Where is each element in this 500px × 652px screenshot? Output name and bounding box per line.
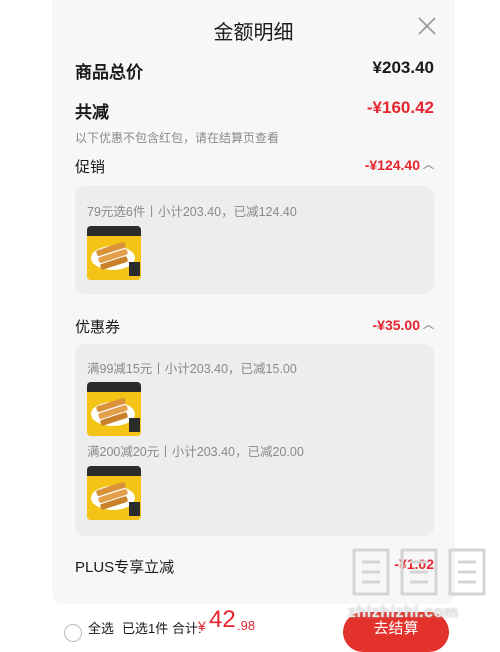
product-thumbnail[interactable] — [87, 466, 141, 520]
promotion-label: 促销 — [75, 159, 106, 176]
amount-detail-sheet: 金额明细 商品总价 ¥203.40 共减 -¥160.42 以下优惠不包含红包，… — [52, 0, 455, 606]
product-thumbnail[interactable] — [87, 382, 141, 436]
backdrop-left — [0, 0, 52, 600]
chevron-up-icon[interactable]: ︿ — [423, 316, 434, 332]
subtotal-label: 商品总价 — [75, 63, 143, 82]
discount-value: -¥160.42 — [366, 98, 434, 117]
product-thumbnail[interactable] — [87, 226, 141, 280]
plus-value: -¥1.02 — [394, 556, 434, 572]
total-decimal: .98 — [237, 618, 256, 633]
selected-count: 已选1件 — [122, 621, 169, 636]
sheet-title: 金额明细 — [213, 22, 294, 44]
subtotal-value: ¥203.40 — [372, 58, 434, 77]
close-icon[interactable] — [415, 14, 439, 38]
promotion-value-text: -¥124.40 — [364, 157, 420, 173]
select-all-label[interactable]: 全选 — [88, 618, 114, 637]
coupon-value: -¥35.00 ︿ — [373, 316, 434, 333]
backdrop-right — [454, 0, 500, 600]
promotion-card: 79元选6件丨小计203.40，已减124.40 — [75, 186, 434, 294]
discount-label: 共减 — [75, 103, 109, 122]
total-integer: 42 — [209, 606, 236, 633]
sheet-header: 金额明细 — [52, 0, 455, 58]
promotion-row[interactable]: 促销 -¥124.40 ︿ — [75, 156, 434, 177]
coupon-item-text: 满200减20元丨小计203.40，已减20.00 — [87, 445, 304, 459]
coupon-card: 满99减15元丨小计203.40，已减15.00 满200减20元丨小计203.… — [75, 344, 434, 536]
discount-hint: 以下优惠不包含红包，请在结算页查看 — [75, 131, 280, 145]
promotion-value: -¥124.40 ︿ — [365, 156, 434, 173]
subtotal-row: 商品总价 ¥203.40 — [75, 58, 434, 83]
coupon-label: 优惠券 — [75, 319, 121, 336]
watermark-url: zhizhizhi.com — [348, 604, 459, 621]
discount-row: 共减 -¥160.42 以下优惠不包含红包，请在结算页查看 — [75, 98, 434, 146]
coupon-row[interactable]: 优惠券 -¥35.00 ︿ — [75, 316, 434, 337]
chevron-up-icon[interactable]: ︿ — [423, 156, 434, 172]
coupon-value-text: -¥35.00 — [372, 317, 420, 333]
plus-row: PLUS专享立减 -¥1.02 — [75, 556, 434, 577]
select-all-radio[interactable] — [64, 624, 82, 642]
promotion-item-text: 79元选6件丨小计203.40，已减124.40 — [87, 205, 297, 219]
coupon-item-text: 满99减15元丨小计203.40，已减15.00 — [87, 362, 297, 376]
plus-label: PLUS专享立减 — [75, 559, 175, 576]
